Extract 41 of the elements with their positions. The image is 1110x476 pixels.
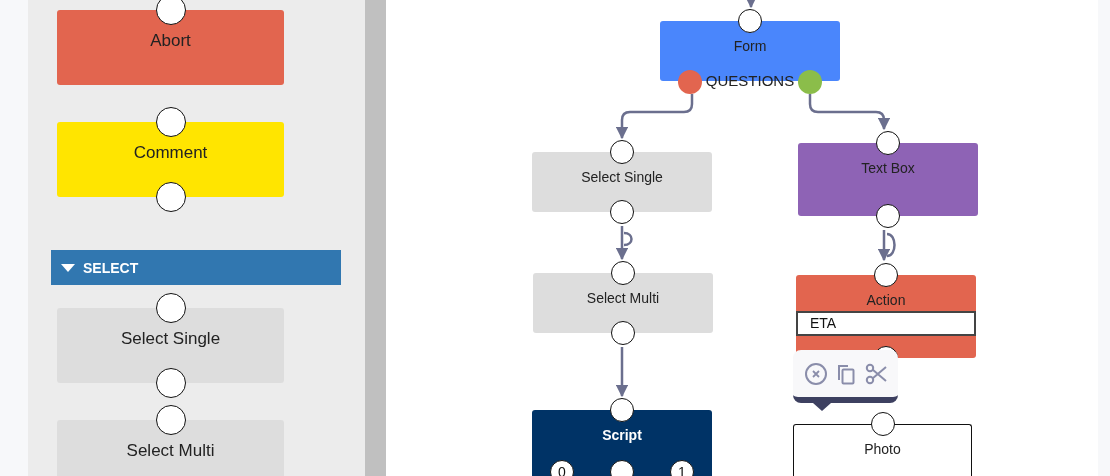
node-label: Action [866, 292, 906, 308]
section-header[interactable]: SELECT [51, 250, 341, 285]
palette-node[interactable]: Abort [57, 10, 284, 85]
connector-arrow [615, 226, 633, 261]
palette-node[interactable]: Comment [57, 122, 284, 197]
port-handle[interactable] [876, 204, 900, 228]
flow-node[interactable]: Text Box [798, 143, 978, 216]
node-label: Select Multi [586, 290, 660, 306]
palette-node[interactable]: Select Multi [57, 420, 284, 476]
port-handle[interactable] [155, 107, 186, 137]
node-label: Script [602, 427, 642, 443]
node-label: Text Box [861, 160, 915, 176]
scrollbar[interactable] [365, 0, 386, 476]
section-title: SELECT [83, 259, 139, 276]
port-handle[interactable] [610, 398, 634, 422]
port-handle[interactable] [874, 263, 898, 287]
port-handle[interactable] [870, 412, 895, 436]
branch-port[interactable] [678, 70, 702, 94]
flow-node[interactable]: Select Multi [533, 273, 713, 333]
node-label: Select Single [581, 169, 663, 185]
port-handle[interactable] [155, 405, 186, 435]
scissors-icon[interactable] [863, 361, 888, 386]
port-handle[interactable] [610, 200, 634, 224]
connector-arrow [877, 230, 896, 262]
port-handle[interactable] [611, 261, 635, 285]
delete-icon[interactable] [803, 361, 828, 386]
node-label: Photo [864, 441, 901, 457]
input-field[interactable]: ETA [796, 311, 976, 336]
port-handle[interactable] [155, 293, 186, 323]
port-handle[interactable] [610, 140, 634, 164]
connector-arrow [615, 347, 629, 398]
port-handle[interactable] [738, 9, 762, 33]
flow-node[interactable]: Select Single [532, 152, 712, 212]
port-handle[interactable] [611, 321, 635, 345]
node-label: Form [733, 38, 767, 54]
palette-node[interactable]: Select Single [57, 308, 284, 383]
branch-port[interactable] [798, 70, 822, 94]
flow-node[interactable]: Photo [793, 424, 972, 476]
port-handle[interactable] [876, 131, 900, 155]
connector-arrow [744, 0, 758, 9]
flow-node[interactable]: Action ETA [796, 275, 976, 358]
